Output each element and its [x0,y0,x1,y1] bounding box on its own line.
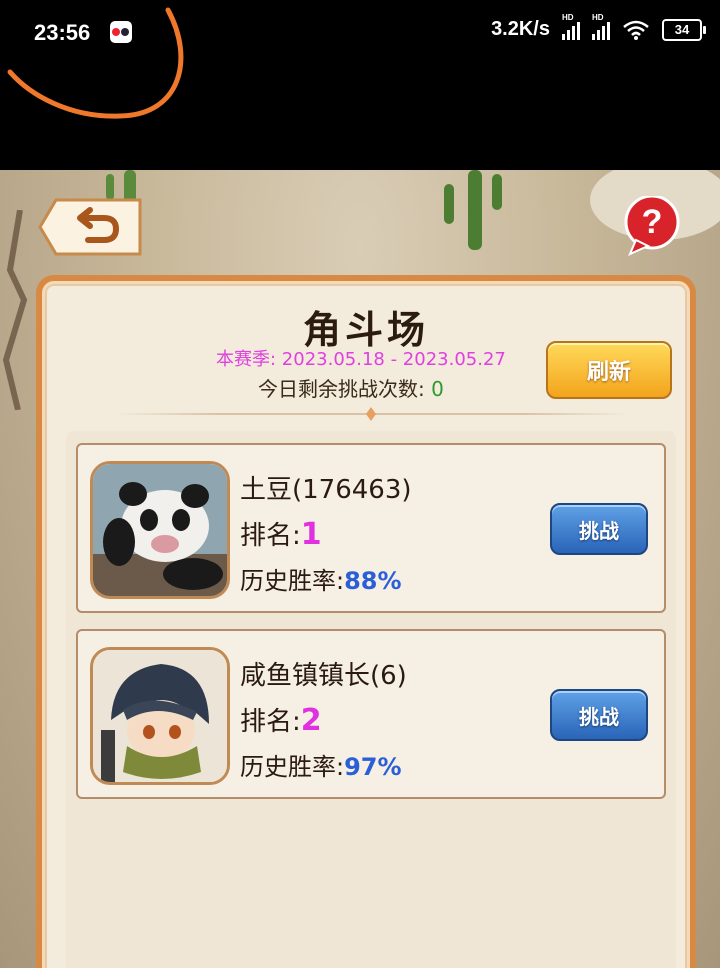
player-name: 咸鱼镇镇长(6) [240,661,407,691]
battery-icon: 34 [662,18,706,41]
season-dates: 本赛季: 2023.05.18 - 2023.05.27 [216,349,506,370]
avatar [90,647,230,785]
remaining-label: 今日剩余挑战次数: [258,377,432,401]
win-rate-label: 历史胜率: [240,753,345,781]
back-arrow-icon [38,198,142,256]
player-name: 土豆(176463) [240,475,412,505]
signal-2-icon: HD [592,13,610,40]
rank-label: 排名: [240,521,301,551]
game-scene: ? 角斗场 本赛季: 2023.05.18 - 2023.05.27 今日剩余挑… [0,170,720,968]
wifi-icon [623,20,649,40]
rank-label: 排名: [240,707,301,737]
status-bar: 23:56 3.2K/s HD HD 34 [0,0,720,170]
cactus-decoration [444,170,502,250]
panda-avatar-icon [93,464,227,596]
arena-panel: 角斗场 本赛季: 2023.05.18 - 2023.05.27 今日剩余挑战次… [36,275,696,968]
challenge-button[interactable]: 挑战 [550,689,648,741]
win-rate-label: 历史胜率: [240,567,345,595]
status-indicators: 3.2K/s HD HD 34 [491,13,706,41]
opponent-list: 土豆(176463) 排名:1 历史胜率:88% 挑战 咸鱼镇镇长(6) 排名:… [66,431,676,968]
rank-value: 1 [300,517,322,552]
help-button[interactable]: ? [622,196,686,256]
list-item: 土豆(176463) 排名:1 历史胜率:88% 挑战 [76,443,666,613]
divider-gem-icon [366,407,376,421]
list-item: 咸鱼镇镇长(6) 排名:2 历史胜率:97% 挑战 [76,629,666,799]
signal-1-icon: HD [562,13,580,40]
win-rate-value: 97% [344,753,402,781]
rank-row: 排名:2 [240,701,322,738]
remaining-count: 0 [431,377,444,401]
ninja-avatar-icon [93,650,227,782]
battery-level: 34 [674,22,690,37]
signal-hd-label: HD [592,12,604,22]
branch-decoration [2,210,28,410]
annotation-stroke [7,7,184,119]
help-label: ? [641,202,663,241]
signal-hd-label: HD [562,12,574,22]
rank-row: 排名:1 [240,515,322,552]
refresh-button[interactable]: 刷新 [546,341,672,399]
back-button[interactable] [38,198,144,256]
win-rate-row: 历史胜率:97% [240,747,402,782]
remaining-challenges: 今日剩余挑战次数: 0 [258,373,444,402]
avatar [90,461,230,599]
win-rate-value: 88% [344,567,402,595]
challenge-button[interactable]: 挑战 [550,503,648,555]
rank-value: 2 [300,703,322,738]
win-rate-row: 历史胜率:88% [240,561,402,596]
network-speed: 3.2K/s [491,18,550,40]
